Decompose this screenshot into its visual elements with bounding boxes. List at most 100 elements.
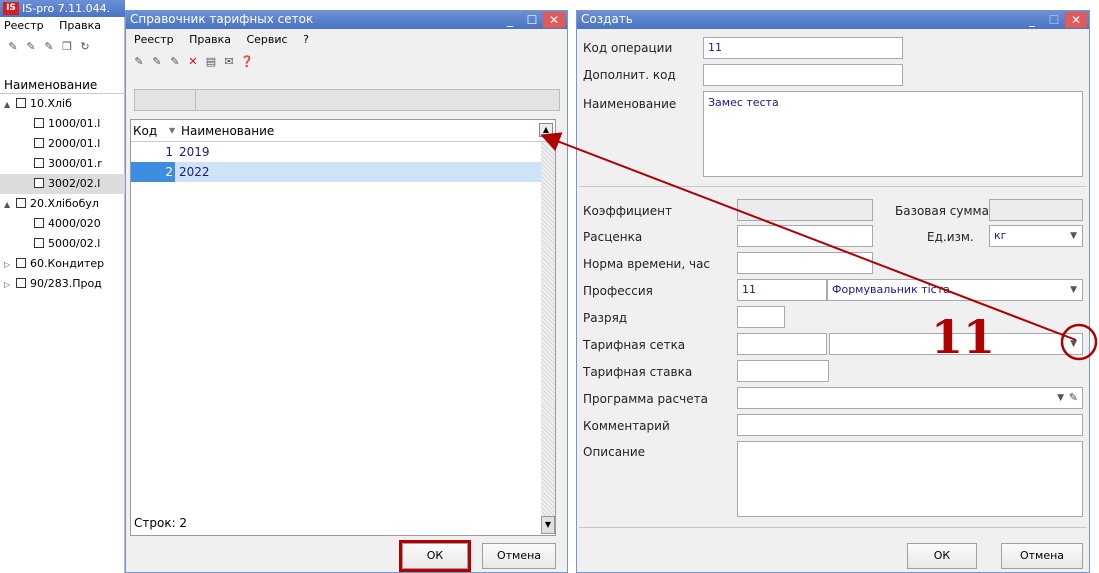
expand-arrow-icon[interactable]: ▲ [4,95,16,114]
sort-arrow-icon[interactable]: ▼ [169,120,175,142]
dialog-cancel-button[interactable]: Отмена [482,543,556,569]
maximize-icon[interactable]: ☐ [1043,12,1065,28]
minimize-icon[interactable]: _ [499,12,521,28]
col-name-header[interactable]: Наименование [181,120,274,142]
table-row[interactable]: 2 2022 [131,162,541,182]
dialog-title: Справочник тарифных сеток [130,12,314,26]
add-icon[interactable]: ✎ [4,38,22,56]
help-icon[interactable]: ❓ [238,53,256,71]
minimize-icon[interactable]: _ [1021,12,1043,28]
grid-scrollbar[interactable] [541,142,555,516]
close-icon[interactable]: ✕ [543,12,565,28]
checkbox[interactable] [16,258,26,268]
name-textarea[interactable]: Замес теста [703,91,1083,177]
checkbox[interactable] [34,158,44,168]
checkbox[interactable] [34,178,44,188]
rate-label: Расценка [583,230,643,244]
coef-input[interactable] [737,199,873,221]
main-window: IS IS-pro 7.11.044. Реестр Правка ✎ ✎ ✎ ❐ ↻ … [0,0,125,573]
checkbox[interactable] [34,118,44,128]
col-code-header[interactable]: Код [133,120,157,142]
dialog-menu-help[interactable]: ? [303,33,309,46]
copy-icon[interactable]: ❐ [58,38,76,56]
profession-code-input[interactable]: 11 [737,279,827,301]
checkbox[interactable] [16,98,26,108]
unit-select[interactable]: кг ▼ [989,225,1083,247]
cell-code: 1 [165,145,173,159]
delete-icon[interactable]: ✕ [184,53,202,71]
add-icon[interactable]: ✎ [130,53,148,71]
expand-arrow-icon[interactable]: ▲ [4,195,16,214]
name-label: Наименование [583,97,677,111]
column-settings-icon[interactable]: ▲ [539,123,553,137]
dialog-menu-registry[interactable]: Реестр [134,33,174,46]
main-toolbar: ✎ ✎ ✎ ❐ ↻ [4,38,125,58]
cell-name: 2019 [179,145,210,159]
main-menu-edit[interactable]: Правка [59,19,101,32]
tree-item[interactable]: ▲ 20.Хлібобул [0,194,125,214]
comment-input[interactable] [737,414,1083,436]
base-sum-input[interactable] [989,199,1083,221]
dialog-menu-edit[interactable]: Правка [189,33,231,46]
tree-item[interactable]: ▷ 90/283.Прод [0,274,125,294]
edit-icon[interactable]: ✎ [166,53,184,71]
cell-code: 2 [131,162,175,182]
document-icon[interactable]: ▤ [202,53,220,71]
checkbox[interactable] [16,278,26,288]
norm-input[interactable] [737,252,873,274]
tree-item-label: 3002/02.l [48,177,101,190]
dialog-menu-service[interactable]: Сервис [246,33,287,46]
profession-label: Профессия [583,284,653,298]
tree-item-label: 2000/01.l [48,137,101,150]
op-code-input[interactable]: 11 [703,37,903,59]
chevron-down-icon[interactable]: ▼ [1070,280,1077,300]
close-icon[interactable]: ✕ [1065,12,1087,28]
tree-item-label: 10.Хліб [30,97,72,110]
program-select[interactable]: ▼ ✎ [737,387,1083,409]
tree-item-label: 5000/02.l [48,237,101,250]
form-ok-button[interactable]: ОК [907,543,977,569]
checkbox[interactable] [34,218,44,228]
tree-item[interactable]: 2000/01.l [0,134,125,154]
tree-item[interactable]: ▲ 10.Хліб [0,94,125,114]
chevron-down-icon[interactable]: ▼ [1070,334,1077,354]
add-copy-icon[interactable]: ✎ [148,53,166,71]
table-row[interactable]: 1 2019 [131,142,541,162]
checkbox[interactable] [16,198,26,208]
footer-divider [579,527,1087,528]
tree-item[interactable]: ▷ 60.Кондитер [0,254,125,274]
edit-icon[interactable]: ✎ [40,38,58,56]
profession-select[interactable]: Формувальник тіста ▼ [827,279,1083,301]
chevron-down-icon[interactable]: ▼ [1070,226,1077,246]
checkbox[interactable] [34,238,44,248]
tree-item[interactable]: 1000/01.l [0,114,125,134]
expand-arrow-icon[interactable]: ▷ [4,275,16,294]
add-copy-icon[interactable]: ✎ [22,38,40,56]
grade-label: Разряд [583,311,628,325]
op-code-label: Код операции [583,41,673,55]
rate-input[interactable] [737,225,873,247]
mail-icon[interactable]: ✉ [220,53,238,71]
expand-arrow-icon[interactable]: ▷ [4,255,16,274]
tree-item[interactable]: 4000/020 [0,214,125,234]
tree-item-label: 20.Хлібобул [30,197,99,210]
row-count: Строк: 2 [134,516,188,530]
checkbox[interactable] [34,138,44,148]
add-code-input[interactable] [703,64,903,86]
main-menu-registry[interactable]: Реестр [4,19,44,32]
tree-item[interactable]: 5000/02.l [0,234,125,254]
tree-header[interactable]: Наименование [0,76,125,94]
description-textarea[interactable] [737,441,1083,517]
tree-item[interactable]: 3002/02.l [0,174,125,194]
grade-input[interactable] [737,306,785,328]
norm-label: Норма времени, час [583,257,711,271]
refresh-icon[interactable]: ↻ [76,38,94,56]
tariff-grid-code-input[interactable] [737,333,827,355]
scroll-down-icon[interactable]: ▼ [541,516,555,534]
maximize-icon[interactable]: ☐ [521,12,543,28]
form-cancel-button[interactable]: Отмена [1001,543,1083,569]
tariff-rate-input[interactable] [737,360,829,382]
tree-item[interactable]: 3000/01.r [0,154,125,174]
pencil-icon[interactable]: ✎ [1069,388,1078,408]
program-dropdown-icon[interactable]: ▼ [1057,388,1064,408]
